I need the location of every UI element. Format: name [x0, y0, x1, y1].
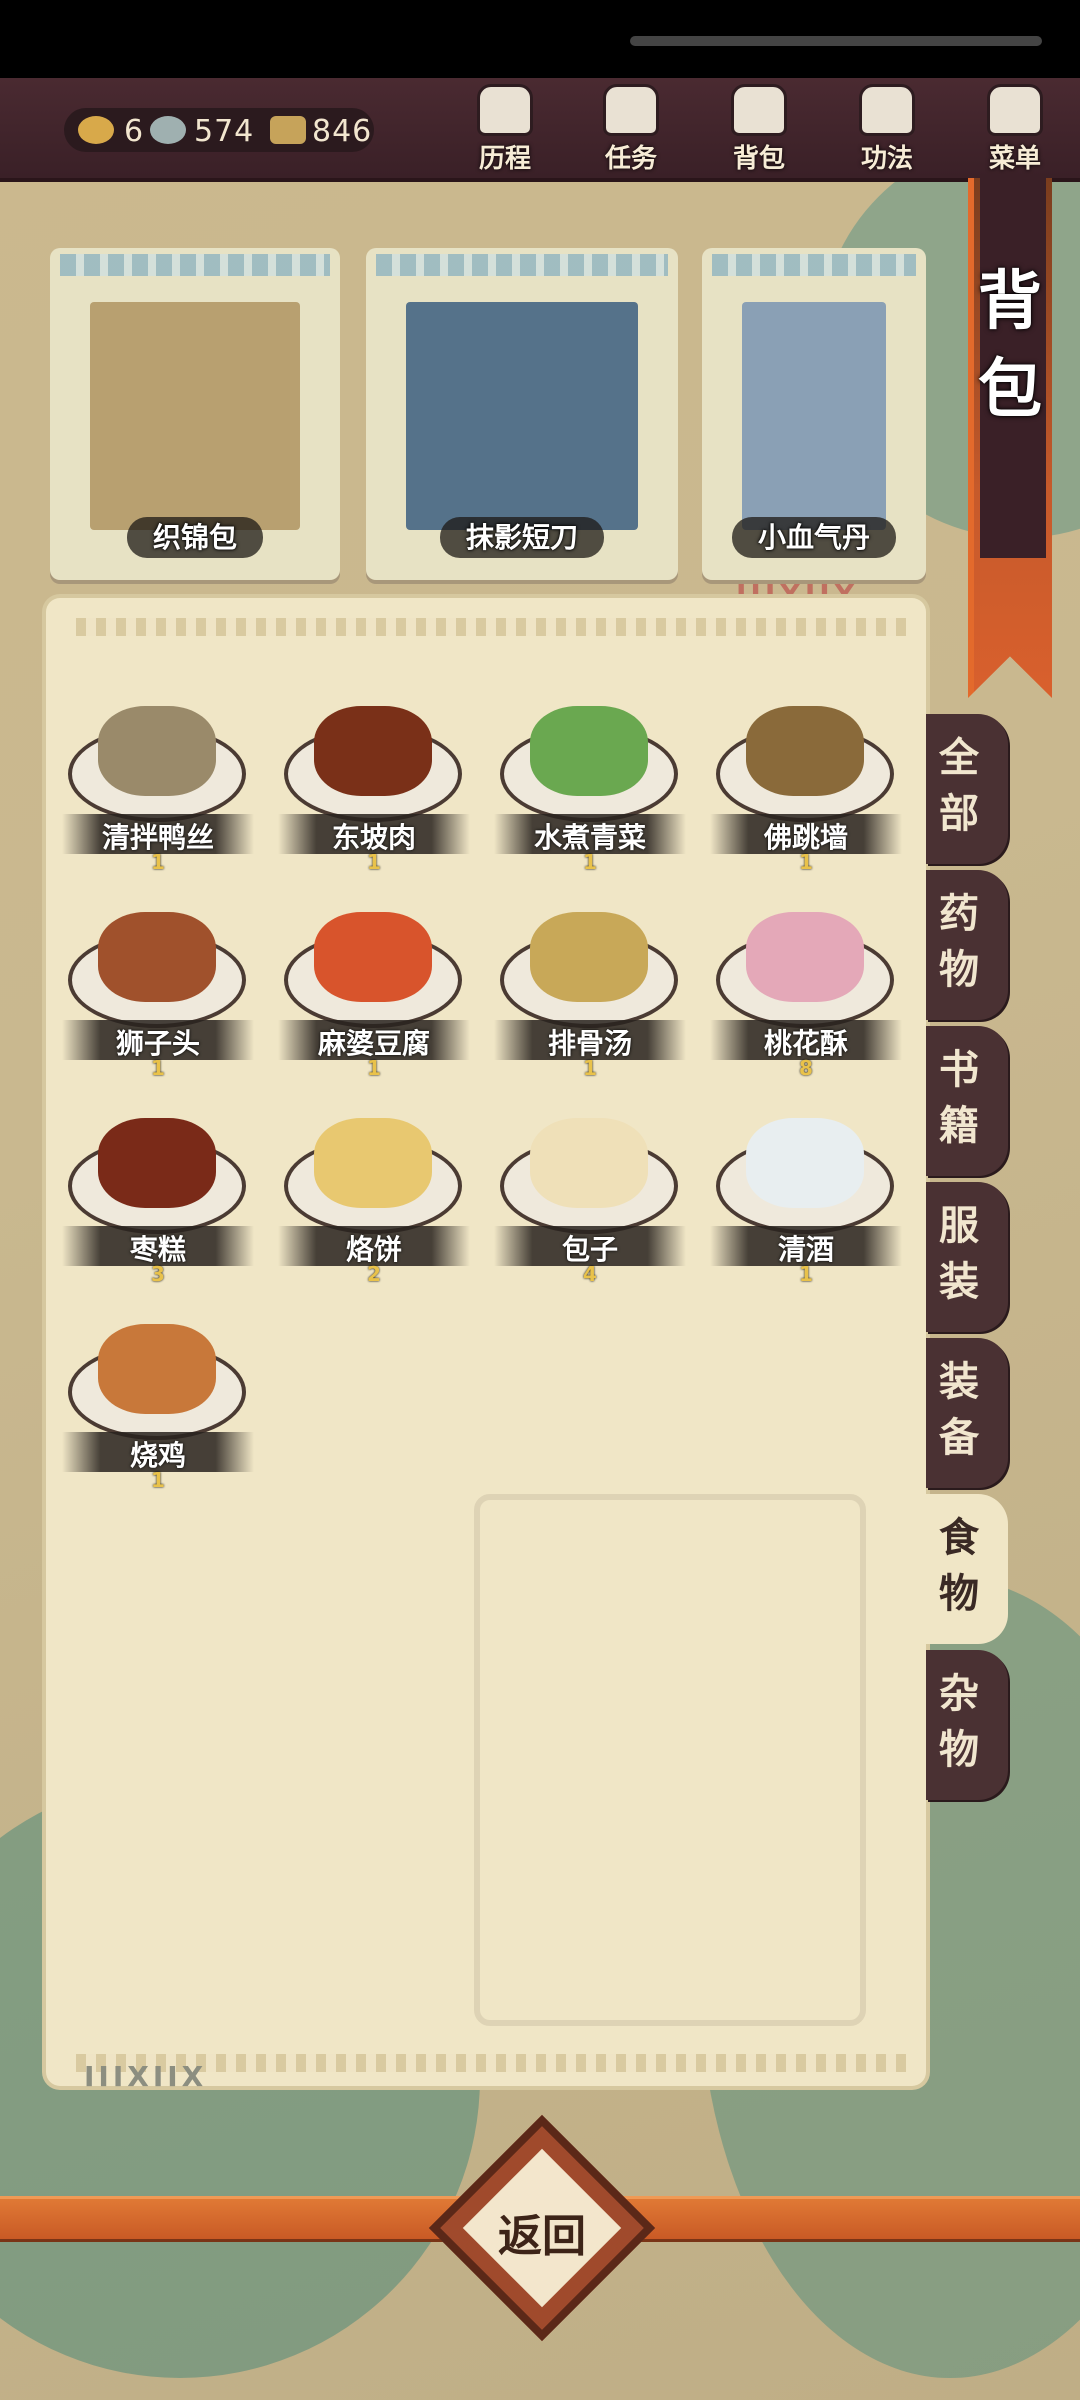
- category-tab-label: 装备: [939, 1359, 979, 1461]
- food-icon: [314, 706, 432, 796]
- decoration-marks: IIIXIIX: [84, 2060, 208, 2093]
- category-tab[interactable]: 装备: [926, 1338, 1008, 1488]
- food-icon: [530, 1118, 648, 1208]
- inventory-item[interactable]: 枣糕 3: [58, 1108, 258, 1308]
- system-status-bar: [0, 0, 1080, 78]
- inventory-item[interactable]: 狮子头 1: [58, 902, 258, 1102]
- backpack-title: 背包: [978, 265, 1042, 427]
- fan-icon: [987, 84, 1043, 136]
- item-count: 1: [151, 850, 165, 874]
- jade-count: 574: [194, 114, 255, 149]
- food-icon: [98, 912, 216, 1002]
- inventory-item[interactable]: 佛跳墙 1: [706, 696, 906, 896]
- food-icon: [746, 1118, 864, 1208]
- equipped-slot-pill[interactable]: 小血气丹: [702, 248, 926, 580]
- food-icon: [314, 1118, 432, 1208]
- coin-icon: [270, 116, 306, 144]
- category-tab-label: 杂物: [939, 1671, 979, 1773]
- item-count: 1: [583, 1056, 597, 1080]
- game-screen: 6 574 846 历程 任务 背包 功法 菜单 背包 织锦包 抹影短刀 小血气…: [0, 78, 1080, 2400]
- food-icon: [746, 912, 864, 1002]
- menu-backpack-button[interactable]: 背包: [704, 84, 814, 178]
- task-icon: [603, 84, 659, 136]
- item-count: 1: [151, 1056, 165, 1080]
- category-tab[interactable]: 书籍: [926, 1026, 1008, 1176]
- menu-main-button[interactable]: 菜单: [960, 84, 1070, 178]
- ingot-icon: [78, 116, 114, 144]
- inventory-item[interactable]: 排骨汤 1: [490, 902, 690, 1102]
- bag-icon: [731, 84, 787, 136]
- item-count: 4: [583, 1262, 597, 1286]
- item-count: 1: [583, 850, 597, 874]
- item-count: 2: [367, 1262, 381, 1286]
- food-icon: [98, 706, 216, 796]
- scroll-bundle-icon: [477, 84, 533, 136]
- top-resource-bar: 6 574 846 历程 任务 背包 功法 菜单: [0, 78, 1080, 182]
- inventory-item[interactable]: 麻婆豆腐 1: [274, 902, 474, 1102]
- inventory-item[interactable]: 东坡肉 1: [274, 696, 474, 896]
- food-icon: [746, 706, 864, 796]
- pill-icon: [742, 302, 886, 530]
- category-tab-label: 药物: [939, 891, 979, 993]
- menu-skills-button[interactable]: 功法: [832, 84, 942, 178]
- basket-illustration: [474, 1494, 866, 2026]
- item-count: 8: [799, 1056, 813, 1080]
- inventory-item[interactable]: 清酒 1: [706, 1108, 906, 1308]
- category-tab[interactable]: 服装: [926, 1182, 1008, 1332]
- back-label: 返回: [498, 2211, 586, 2262]
- item-count: 1: [367, 850, 381, 874]
- menu-tasks-button[interactable]: 任务: [576, 84, 686, 178]
- item-count: 1: [799, 1262, 813, 1286]
- category-tab[interactable]: 食物: [926, 1494, 1008, 1644]
- jade-icon: [150, 116, 186, 144]
- food-icon: [98, 1118, 216, 1208]
- ingot-count: 6: [124, 114, 145, 149]
- food-icon: [530, 706, 648, 796]
- food-icon: [530, 912, 648, 1002]
- inventory-item[interactable]: 烙饼 2: [274, 1108, 474, 1308]
- backpack-banner: [968, 178, 1052, 698]
- category-tab[interactable]: 药物: [926, 870, 1008, 1020]
- item-count: 1: [151, 1468, 165, 1492]
- item-count: 1: [367, 1056, 381, 1080]
- category-tab-label: 全部: [939, 735, 979, 837]
- inventory-item[interactable]: 桃花酥 8: [706, 902, 906, 1102]
- food-icon: [314, 912, 432, 1002]
- equipped-slot-bag[interactable]: 织锦包: [50, 248, 340, 580]
- status-indicator: [630, 36, 1042, 46]
- book-icon: [859, 84, 915, 136]
- category-tab-label: 书籍: [939, 1047, 979, 1149]
- inventory-item[interactable]: 水煮青菜 1: [490, 696, 690, 896]
- menu-history-button[interactable]: 历程: [450, 84, 560, 178]
- inventory-item[interactable]: 包子 4: [490, 1108, 690, 1308]
- dagger-icon: [406, 302, 638, 530]
- coin-count: 846: [312, 114, 373, 149]
- inventory-item[interactable]: 烧鸡 1: [58, 1314, 258, 1514]
- equipped-slot-weapon[interactable]: 抹影短刀: [366, 248, 678, 580]
- food-icon: [98, 1324, 216, 1414]
- item-count: 3: [151, 1262, 165, 1286]
- category-tab[interactable]: 全部: [926, 714, 1008, 864]
- pouch-icon: [90, 302, 300, 530]
- category-tab[interactable]: 杂物: [926, 1650, 1008, 1800]
- inventory-item[interactable]: 清拌鸭丝 1: [58, 696, 258, 896]
- category-tab-label: 服装: [939, 1203, 979, 1305]
- item-count: 1: [799, 850, 813, 874]
- category-tab-label: 食物: [939, 1515, 979, 1617]
